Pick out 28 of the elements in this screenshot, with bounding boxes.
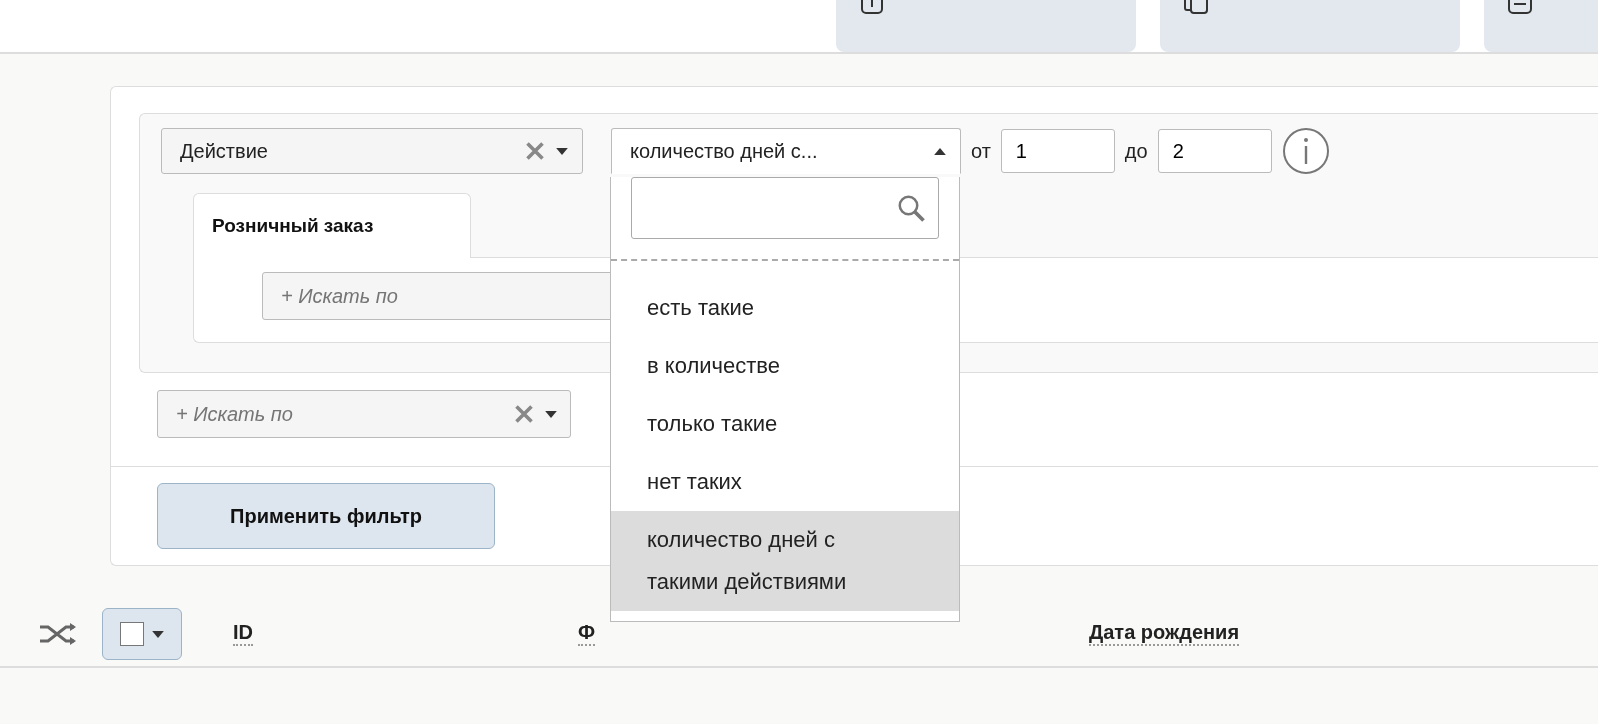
field-select[interactable]: Действие <box>161 128 583 174</box>
mode-select[interactable]: количество дней с... <box>611 128 961 174</box>
tab[interactable]: Розничный заказ <box>193 193 471 258</box>
dropdown-option[interactable]: в количестве <box>611 337 959 395</box>
search-icon <box>896 193 926 223</box>
dropdown-option[interactable]: только такие <box>611 395 959 453</box>
dropdown-option[interactable]: нет таких <box>611 453 959 511</box>
caret-icon <box>152 630 164 638</box>
caret-icon <box>934 147 946 155</box>
clear-icon[interactable] <box>515 405 533 423</box>
search-field[interactable]: + Искать по <box>157 390 571 438</box>
column-header[interactable]: ID <box>233 621 253 646</box>
column-header[interactable]: Дата рождения <box>1089 621 1240 646</box>
caret-icon <box>556 147 568 155</box>
caret-icon <box>545 410 557 418</box>
dropdown-option[interactable]: количество дней с такими действиями <box>611 511 959 611</box>
search-field[interactable] <box>631 177 939 239</box>
to-label: до <box>1124 139 1148 163</box>
from-input[interactable]: 1 <box>1000 129 1115 173</box>
from-label: от <box>971 139 991 163</box>
info-icon[interactable] <box>1281 127 1330 175</box>
select-all-checkbox[interactable] <box>102 608 182 660</box>
to-input[interactable]: 2 <box>1157 129 1272 173</box>
copy-icon <box>1184 0 1208 14</box>
clear-icon[interactable] <box>526 142 544 160</box>
column-header[interactable]: Ф <box>578 621 596 646</box>
shuffle-icon[interactable] <box>38 622 78 646</box>
apply-filter-button[interactable]: Применить фильтр <box>157 483 495 549</box>
